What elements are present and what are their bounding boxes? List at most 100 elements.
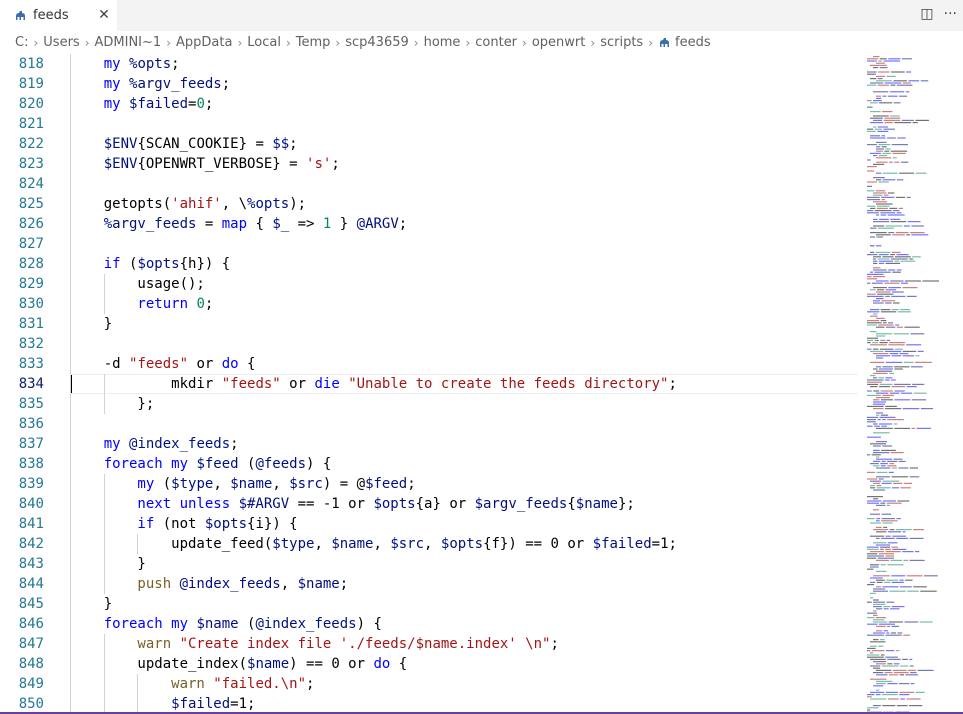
tab-bar: feeds ✕ ◫ ··· [0,0,963,31]
breadcrumb-item[interactable]: scripts [600,35,643,50]
code-line[interactable]: 839 my ($type, $name, $src) = @$feed; [0,474,860,494]
code-line[interactable]: 850 $failed=1; [0,694,860,714]
more-actions-icon[interactable]: ··· [944,6,957,22]
code-line[interactable]: 838 foreach my $feed (@feeds) { [0,454,860,474]
code-line[interactable]: 822 $ENV{SCAN_COOKIE} = $$; [0,134,860,154]
minimap-line [880,214,887,216]
code-token: }; [617,496,635,512]
breadcrumb-item[interactable]: C: [15,35,28,50]
minimap-line [882,366,893,368]
minimap-line [906,344,922,346]
code-line[interactable]: 832 [0,334,860,354]
minimap-line [875,617,886,619]
code-line[interactable]: 840 next unless $#ARGV == -1 or $opts{a}… [0,494,860,514]
minimap-line [876,689,880,691]
minimap-line [892,291,904,293]
minimap-line [891,386,906,388]
split-editor-icon[interactable]: ◫ [920,6,933,22]
code-token: $ENV [103,156,138,172]
breadcrumb-item[interactable]: scp43659 [345,35,409,50]
code-line[interactable]: 819 my %argv_feeds; [0,74,860,94]
breadcrumb-item[interactable]: conter [475,35,517,50]
breadcrumb-item[interactable]: Temp [296,35,331,50]
code-line[interactable]: 848 update_index($name) == 0 or do { [0,654,860,674]
code-line[interactable]: 827 [0,234,860,254]
code-line[interactable]: 834 mkdir "feeds" or die "Unable to crea… [0,374,860,394]
code-line[interactable]: 846 foreach my $name (@index_feeds) { [0,614,860,634]
minimap-line [870,513,881,515]
line-number: 823 [18,156,44,172]
code-line[interactable]: 836 [0,414,860,434]
breadcrumb-item[interactable]: Local [247,35,281,50]
code-editor[interactable]: 818 my %opts; 819 my %argv_feeds; 820 my $fai… [0,54,860,714]
code-token: $opts [440,536,484,552]
minimap-line [891,606,905,608]
minimap-line [890,632,896,634]
code-text: $ENV{OPENWRT_VERBOSE} = 's'; [104,154,340,174]
minimap-line [902,350,917,352]
minimap-line [901,119,914,121]
code-token: foreach my [103,616,197,632]
code-line[interactable]: 824 [0,174,860,194]
code-line[interactable]: 830 return 0; [0,294,860,314]
minimap-line [889,590,906,592]
minimap-line [876,392,889,394]
minimap-line [897,632,903,634]
close-icon[interactable]: ✕ [96,7,112,23]
code-line[interactable]: 849 warn "failed.\n"; [0,674,860,694]
code-token: usage(); [103,276,205,292]
minimap-line [894,390,905,392]
code-line[interactable]: 828 if ($opts{h}) { [0,254,860,274]
code-line[interactable]: 823 $ENV{OPENWRT_VERBOSE} = 's'; [0,154,860,174]
code-line[interactable]: 821 [0,114,860,134]
code-line[interactable]: 841 if (not $opts{i}) { [0,514,860,534]
minimap-line [870,236,876,238]
code-line[interactable]: 826 %argv_feeds = map { $_ => 1 } @ARGV; [0,214,860,234]
code-line[interactable]: 845} [0,594,860,614]
minimap-line [883,60,901,62]
minimap-line [876,630,883,632]
line-number: 829 [18,276,44,292]
minimap-line [879,67,888,69]
breadcrumb-item[interactable]: Users [43,35,79,50]
code-line[interactable]: 842 update_feed($type, $name, $src, $opt… [0,534,860,554]
tab-feeds[interactable]: feeds ✕ [0,0,117,31]
code-token: @index_feeds [129,436,231,452]
code-token: =1; [651,536,677,552]
code-token: , [213,476,231,492]
code-line[interactable]: 844 push @index_feeds, $name; [0,574,860,594]
code-line[interactable]: 837 my @index_feeds; [0,434,860,454]
minimap-line [903,225,910,227]
code-token: return [103,296,197,312]
breadcrumb-item[interactable]: AppData [176,35,232,50]
code-token: = [280,156,307,172]
code-line[interactable]: 847 warn "Create index file './feeds/$na… [0,634,860,654]
minimap-line [875,694,881,696]
code-line[interactable]: 835 }; [0,394,860,414]
minimap-line [873,313,878,315]
minimap-line [891,379,896,381]
code-token: 0 [196,96,205,112]
code-token: "Create index file './feeds/$name.index'… [179,636,551,652]
code-line[interactable]: 818 my %opts; [0,54,860,74]
code-line[interactable]: 829 usage(); [0,274,860,294]
code-line[interactable]: 831} [0,314,860,334]
minimap-line [877,126,889,128]
code-token: warn [103,676,214,692]
code-line[interactable]: 820 my $failed=0; [0,94,860,114]
minimap-line [873,408,884,410]
minimap-line [881,520,898,522]
code-line[interactable]: 825 getopts('ahif', \%opts); [0,194,860,214]
minimap[interactable] [865,54,963,714]
breadcrumb-item[interactable]: openwrt [532,35,586,50]
code-token: $#ARGV [238,496,290,512]
indent-guide [103,634,105,714]
editor-actions: ◫ ··· [920,6,957,22]
code-line[interactable]: 833 -d "feeds" or do { [0,354,860,374]
minimap-line [906,71,912,73]
breadcrumb-item[interactable]: home [424,35,461,50]
code-line[interactable]: 843 } [0,554,860,574]
breadcrumb-item[interactable]: feeds [658,35,711,50]
breadcrumb-item[interactable]: ADMINI~1 [95,35,162,50]
code-token: {OPENWRT_VERBOSE} [137,156,281,172]
